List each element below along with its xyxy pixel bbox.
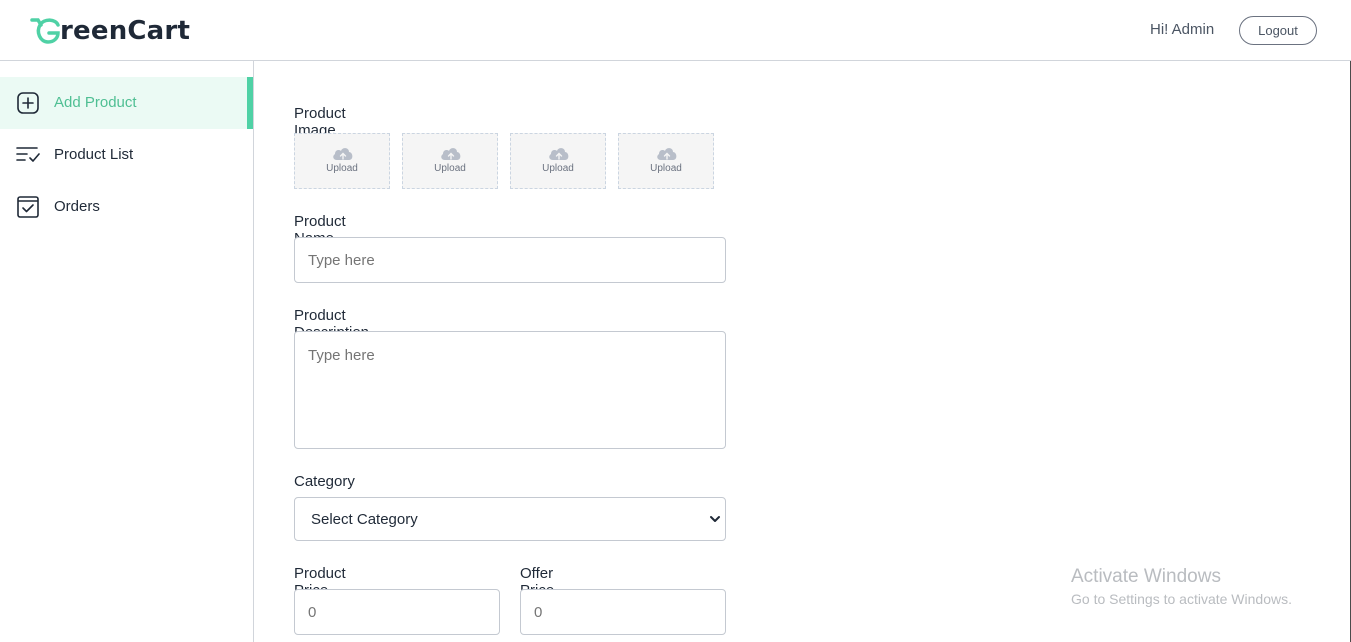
order-check-icon xyxy=(17,196,39,218)
category-selected-value: Select Category xyxy=(311,511,418,528)
top-bar: reenCart Hi! Admin Logout xyxy=(0,0,1351,61)
sidebar: Add Product Product List Orders xyxy=(0,61,254,642)
product-name-input[interactable] xyxy=(294,237,726,283)
upload-label: Upload xyxy=(434,163,466,174)
product-description-input[interactable] xyxy=(294,331,726,449)
admin-greeting: Hi! Admin xyxy=(1150,21,1215,38)
category-select[interactable]: Select Category xyxy=(294,497,726,541)
cloud-upload-icon xyxy=(657,148,677,160)
sidebar-item-label: Add Product xyxy=(54,94,137,111)
offer-price-input[interactable] xyxy=(520,589,726,635)
sidebar-item-label: Orders xyxy=(54,198,100,215)
upload-label: Upload xyxy=(326,163,358,174)
cloud-upload-icon xyxy=(333,148,353,160)
cloud-upload-icon xyxy=(549,148,569,160)
sidebar-item-add-product[interactable]: Add Product xyxy=(0,77,253,129)
logo[interactable]: reenCart xyxy=(30,14,190,48)
greencart-logo-icon xyxy=(30,18,60,44)
logo-text: reenCart xyxy=(60,16,191,46)
upload-label: Upload xyxy=(650,163,682,174)
activate-windows-title: Activate Windows xyxy=(1071,566,1221,587)
upload-slot-3[interactable]: Upload xyxy=(510,133,606,189)
upload-slot-1[interactable]: Upload xyxy=(294,133,390,189)
upload-slot-2[interactable]: Upload xyxy=(402,133,498,189)
upload-slot-4[interactable]: Upload xyxy=(618,133,714,189)
sidebar-item-orders[interactable]: Orders xyxy=(0,181,253,233)
chevron-down-icon xyxy=(710,516,720,522)
sidebar-item-product-list[interactable]: Product List xyxy=(0,129,253,181)
cloud-upload-icon xyxy=(441,148,461,160)
add-square-icon xyxy=(17,92,39,114)
sidebar-item-label: Product List xyxy=(54,146,134,163)
list-check-icon xyxy=(16,147,40,162)
logout-button[interactable]: Logout xyxy=(1239,16,1317,45)
activate-windows-subtitle: Go to Settings to activate Windows. xyxy=(1071,591,1292,607)
upload-label: Upload xyxy=(542,163,574,174)
category-label: Category xyxy=(294,473,355,490)
product-price-input[interactable] xyxy=(294,589,500,635)
